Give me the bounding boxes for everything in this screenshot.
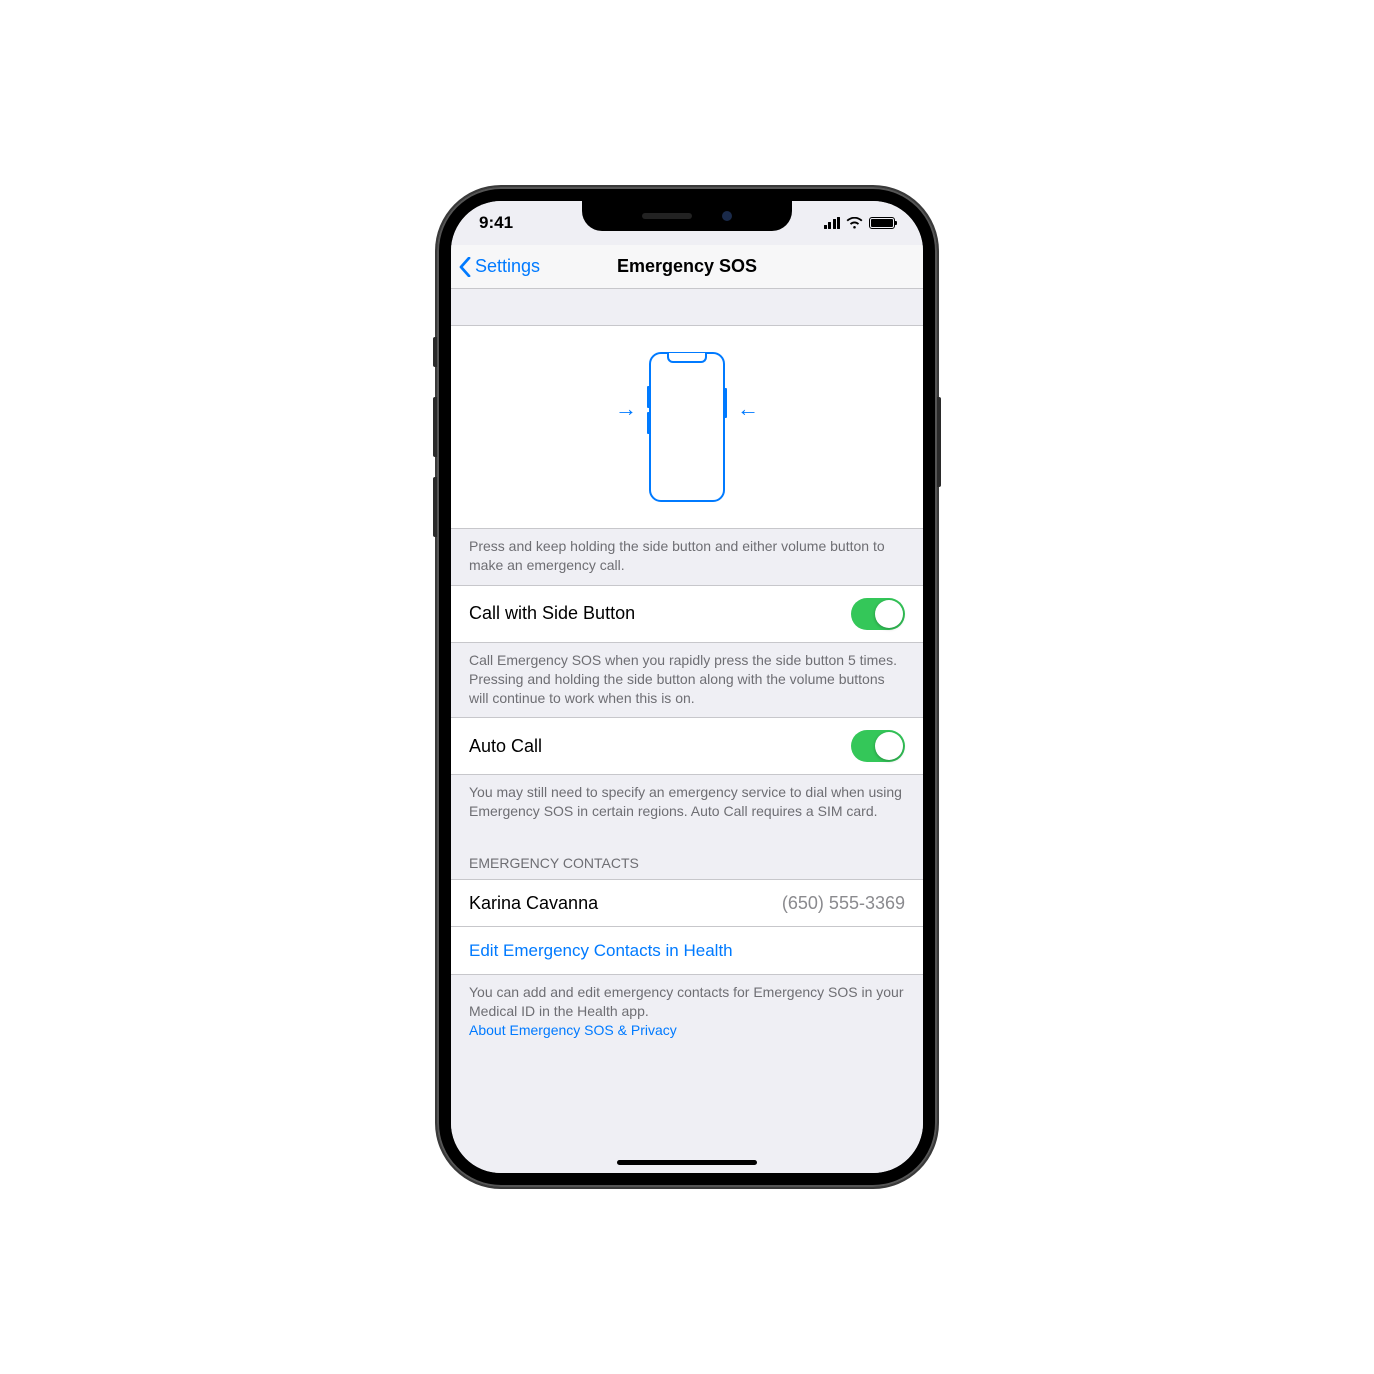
back-label: Settings (475, 256, 540, 277)
chevron-left-icon (459, 257, 471, 277)
status-icons (824, 217, 896, 229)
edit-contacts-button[interactable]: Edit Emergency Contacts in Health (451, 927, 923, 975)
auto-call-label: Auto Call (469, 736, 542, 757)
content[interactable]: → ← Press and keep holding the side butt… (451, 289, 923, 1173)
volume-up-button (433, 397, 437, 457)
device-frame: 9:41 Settings Emergency SOS (437, 187, 937, 1187)
battery-icon (869, 217, 895, 229)
status-time: 9:41 (479, 213, 513, 233)
cellular-icon (824, 217, 841, 229)
emergency-contacts-header: EMERGENCY CONTACTS (451, 831, 923, 879)
phone-diagram-icon: → ← (649, 352, 725, 502)
back-button[interactable]: Settings (459, 256, 540, 277)
speaker (642, 213, 692, 219)
nav-bar: Settings Emergency SOS (451, 245, 923, 289)
front-camera (722, 211, 732, 221)
arrow-right-icon: → (615, 396, 637, 422)
arrow-left-icon: ← (737, 396, 759, 422)
contact-name: Karina Cavanna (469, 893, 598, 914)
side-button (937, 397, 941, 487)
about-privacy-link[interactable]: About Emergency SOS & Privacy (469, 1022, 677, 1038)
auto-call-footer: You may still need to specify an emergen… (451, 775, 923, 831)
page-title: Emergency SOS (617, 256, 757, 277)
contacts-footer-text: You can add and edit emergency contacts … (469, 984, 904, 1019)
call-with-side-button-cell: Call with Side Button (451, 585, 923, 643)
call-side-footer: Call Emergency SOS when you rapidly pres… (451, 643, 923, 718)
call-side-toggle[interactable] (851, 598, 905, 630)
contact-phone: (650) 555-3369 (782, 893, 905, 914)
hero-cell: → ← (451, 325, 923, 529)
volume-down-button (433, 477, 437, 537)
hero-footer: Press and keep holding the side button a… (451, 529, 923, 585)
home-indicator[interactable] (617, 1160, 757, 1165)
call-side-label: Call with Side Button (469, 603, 635, 624)
contact-row[interactable]: Karina Cavanna (650) 555-3369 (451, 879, 923, 927)
auto-call-cell: Auto Call (451, 717, 923, 775)
edit-contacts-label: Edit Emergency Contacts in Health (469, 941, 733, 961)
notch (582, 201, 792, 231)
mute-switch (433, 337, 437, 367)
auto-call-toggle[interactable] (851, 730, 905, 762)
contacts-footer: You can add and edit emergency contacts … (451, 975, 923, 1050)
screen: 9:41 Settings Emergency SOS (451, 201, 923, 1173)
wifi-icon (846, 217, 863, 229)
